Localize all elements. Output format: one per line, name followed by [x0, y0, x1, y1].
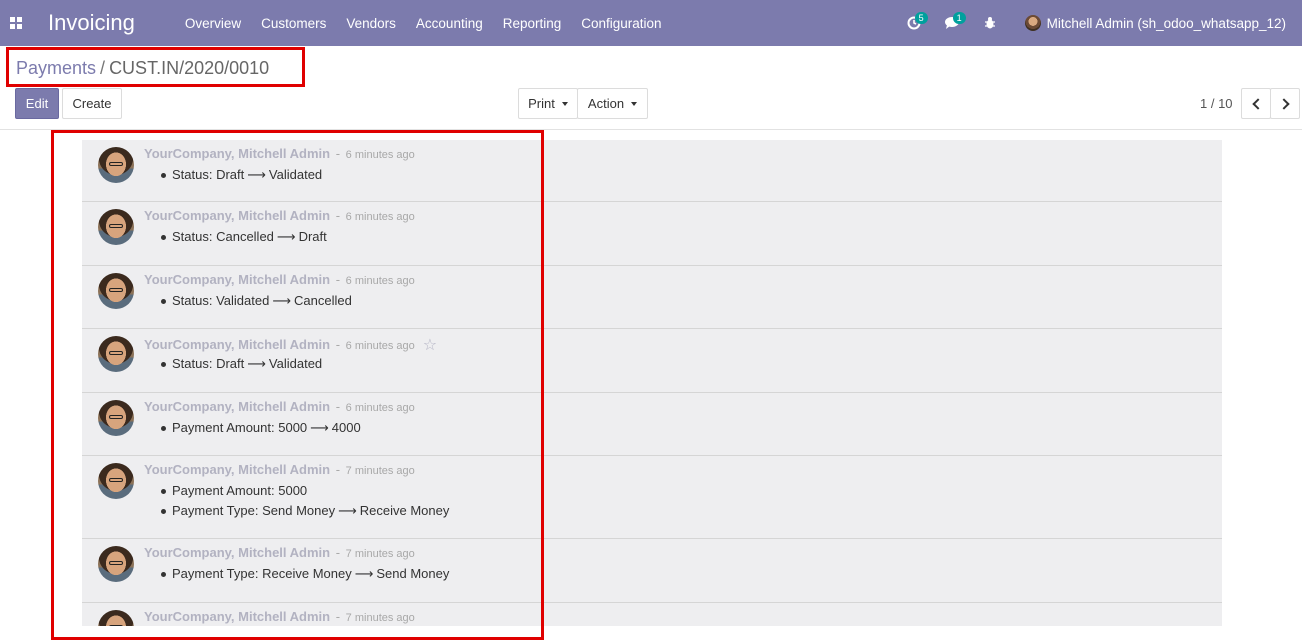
chevron-right-icon	[1277, 97, 1290, 110]
pager-value[interactable]: 1 / 10	[1200, 96, 1233, 111]
create-button[interactable]: Create	[62, 88, 122, 119]
main-menu: Overview Customers Vendors Accounting Re…	[175, 16, 672, 31]
top-navbar: Invoicing Overview Customers Vendors Acc…	[0, 0, 1302, 46]
user-name: Mitchell Admin (sh_odoo_whatsapp_12)	[1046, 15, 1286, 31]
highlight-box-chatter	[51, 130, 544, 640]
caret-down-icon	[631, 102, 638, 106]
edit-button[interactable]: Edit	[15, 88, 59, 119]
activity-clock-icon[interactable]: 5	[895, 0, 933, 46]
action-label: Action	[587, 96, 625, 111]
user-avatar	[1024, 15, 1041, 31]
caret-down-icon	[561, 102, 568, 106]
user-menu[interactable]: Mitchell Admin (sh_odoo_whatsapp_12)	[1024, 15, 1286, 31]
debug-bug-icon[interactable]	[971, 0, 1009, 46]
highlight-box-breadcrumb	[6, 47, 305, 87]
pager-next-button[interactable]	[1270, 88, 1300, 119]
print-dropdown-button[interactable]: Print	[518, 88, 578, 119]
activity-badge: 5	[914, 12, 928, 24]
menu-accounting[interactable]: Accounting	[406, 16, 493, 31]
systray: 5 1 Mitchell Admin (sh_odoo_whatsapp_12)	[895, 0, 1302, 46]
menu-overview[interactable]: Overview	[175, 16, 251, 31]
messages-badge: 1	[952, 12, 966, 24]
chevron-left-icon	[1251, 97, 1264, 110]
action-dropdown-button[interactable]: Action	[577, 88, 648, 119]
pager-previous-button[interactable]	[1241, 88, 1271, 119]
print-label: Print	[528, 96, 555, 111]
menu-configuration[interactable]: Configuration	[571, 16, 671, 31]
menu-customers[interactable]: Customers	[251, 16, 336, 31]
app-title[interactable]: Invoicing	[48, 10, 135, 36]
messages-chat-icon[interactable]: 1	[933, 0, 971, 46]
menu-reporting[interactable]: Reporting	[493, 16, 572, 31]
apps-menu-icon[interactable]	[0, 0, 32, 46]
menu-vendors[interactable]: Vendors	[336, 16, 406, 31]
